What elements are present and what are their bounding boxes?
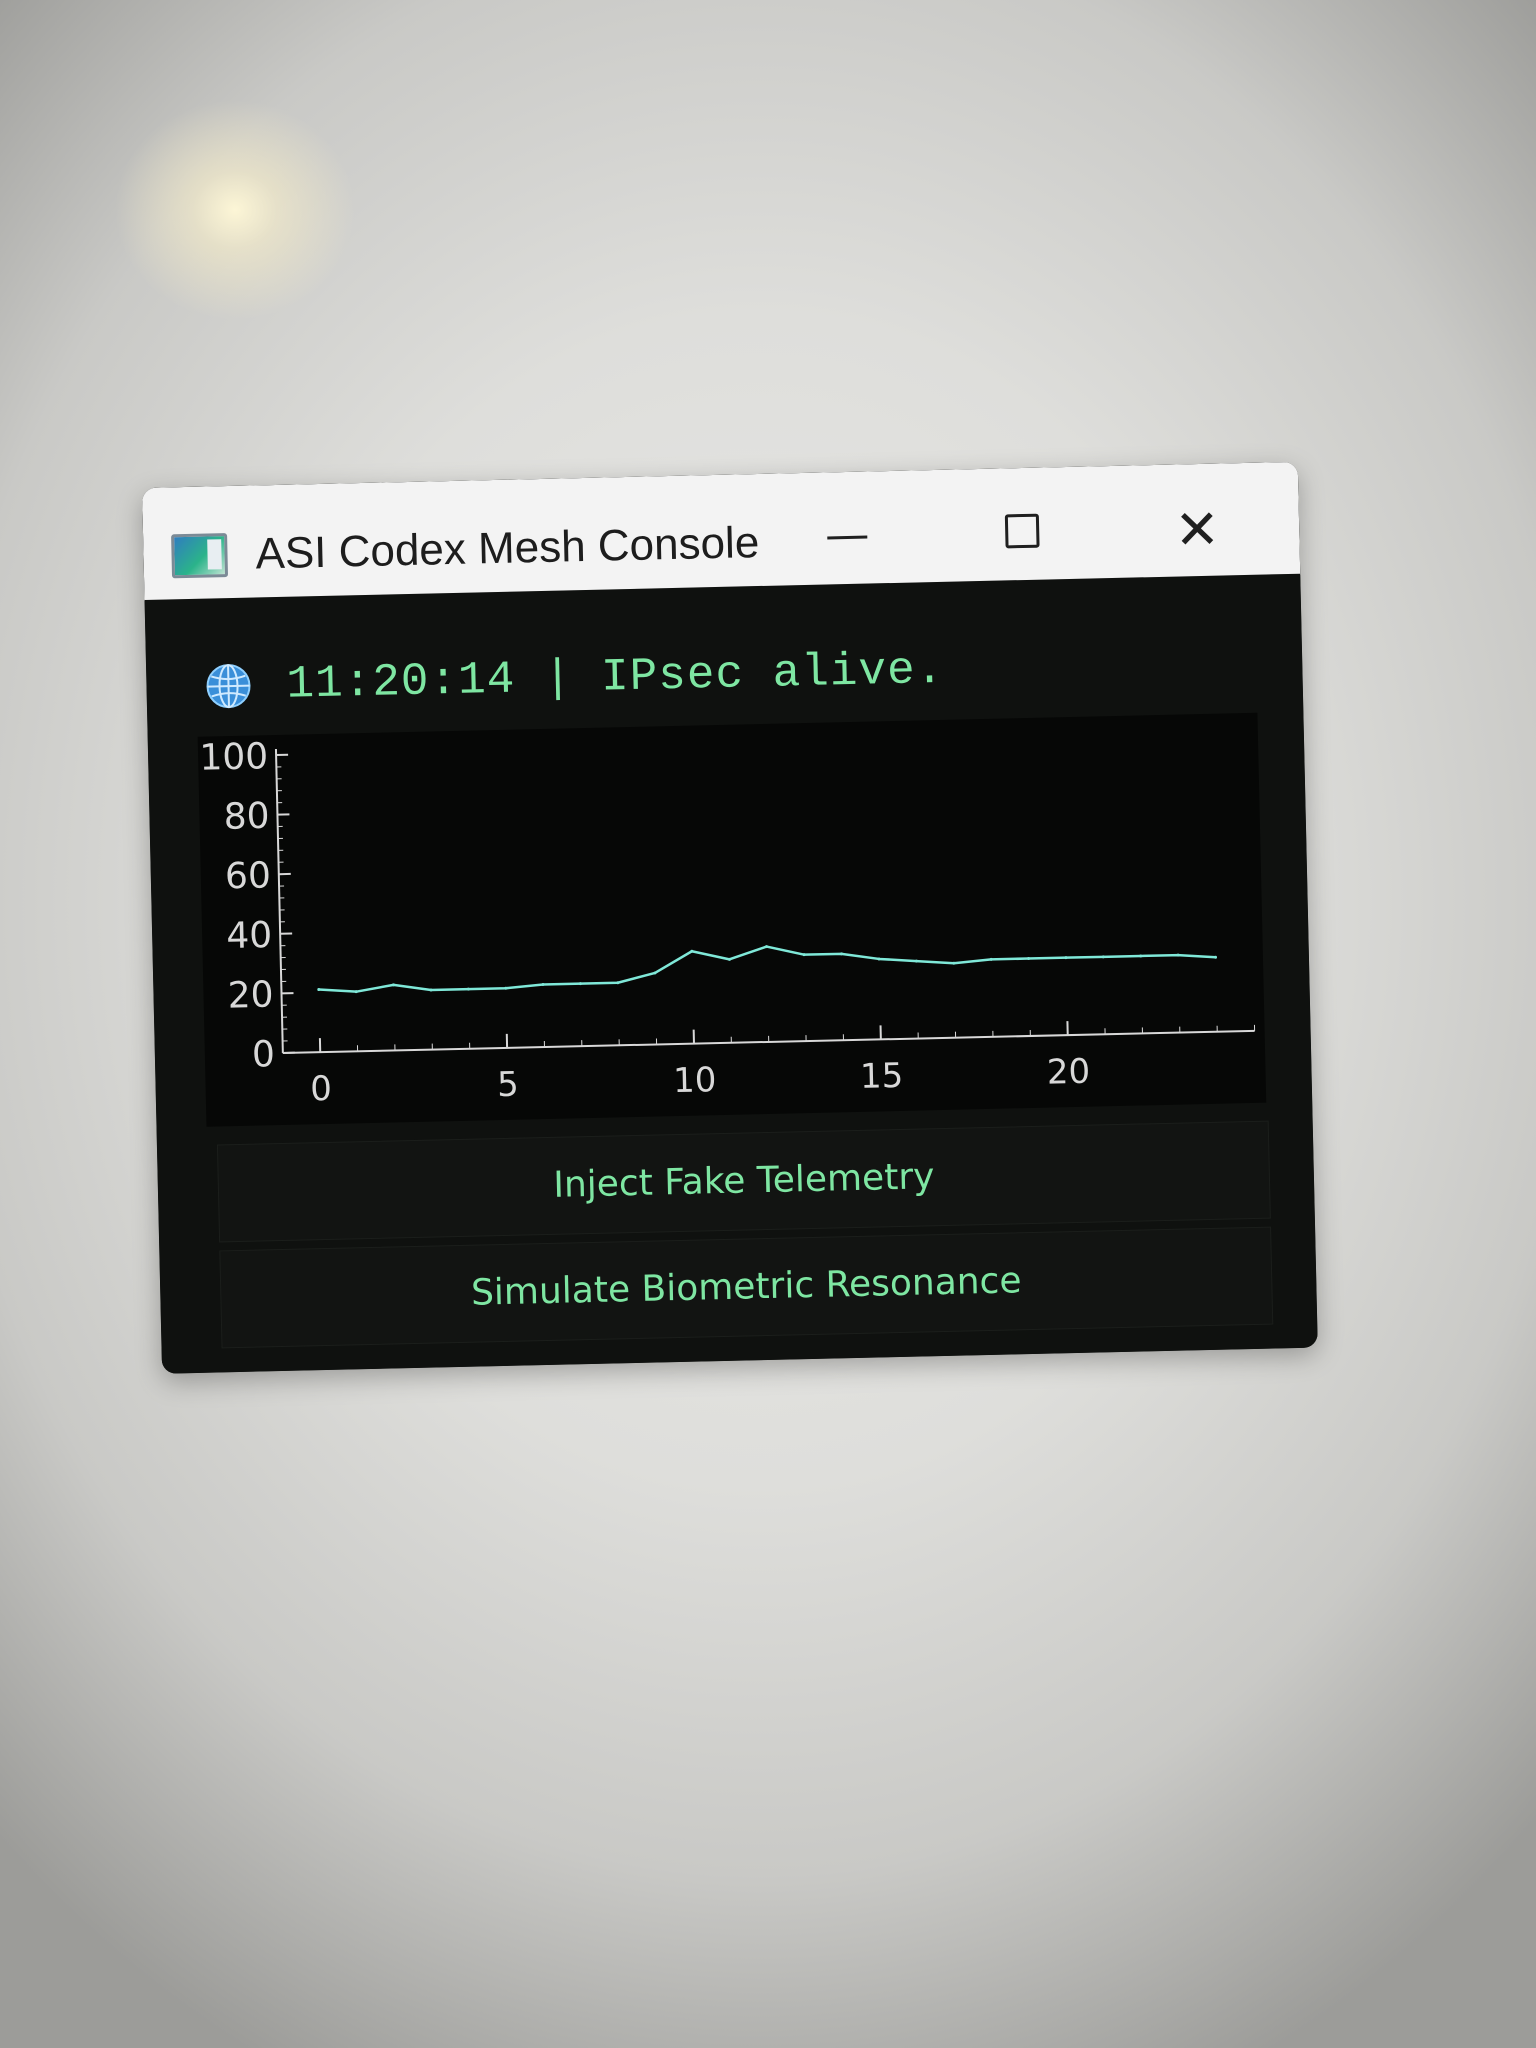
x-tick-label: 10 [673, 1060, 717, 1101]
x-tick-label: 20 [1046, 1052, 1090, 1093]
close-icon: ✕ [1173, 497, 1221, 562]
y-tick-label: 40 [226, 915, 273, 957]
status-text: 11:20:14 | IPsec alive. [285, 643, 945, 711]
telemetry-series-line [318, 945, 1216, 993]
x-tick-label: 5 [497, 1065, 520, 1105]
telemetry-chart: 0 20 40 60 80 100 0 5 10 15 20 [197, 712, 1267, 1127]
console-content: 11:20:14 | IPsec alive. 0 20 40 60 80 100 0 5 10… [144, 573, 1318, 1374]
close-button[interactable]: ✕ [1157, 497, 1238, 563]
status-line: 11:20:14 | IPsec alive. [204, 640, 945, 717]
app-icon [171, 533, 229, 579]
window-title: ASI Codex Mesh Console [254, 518, 760, 579]
y-tick-label: 80 [223, 796, 270, 838]
chart-svg: 0 20 40 60 80 100 0 5 10 15 20 [199, 736, 1256, 1109]
x-tick-label: 0 [310, 1069, 333, 1109]
x-axis-line [282, 1029, 1255, 1054]
y-tick-label: 100 [199, 736, 269, 779]
x-tick-label: 15 [860, 1056, 904, 1097]
y-axis-line [274, 749, 284, 1053]
maximize-icon [1004, 513, 1040, 549]
globe-icon [206, 664, 251, 709]
y-tick-label: 20 [227, 975, 274, 1017]
y-tick-label: 60 [225, 855, 272, 897]
maximize-button[interactable] [983, 501, 1064, 567]
y-tick-label: 0 [252, 1034, 276, 1076]
minimize-icon [827, 535, 868, 540]
inject-fake-telemetry-button[interactable]: Inject Fake Telemetry [216, 1120, 1271, 1243]
simulate-biometric-resonance-button[interactable]: Simulate Biometric Resonance [219, 1226, 1274, 1349]
console-window: ASI Codex Mesh Console ✕ 11:20:14 | IPse… [142, 461, 1318, 1374]
minimize-button[interactable] [807, 505, 888, 571]
